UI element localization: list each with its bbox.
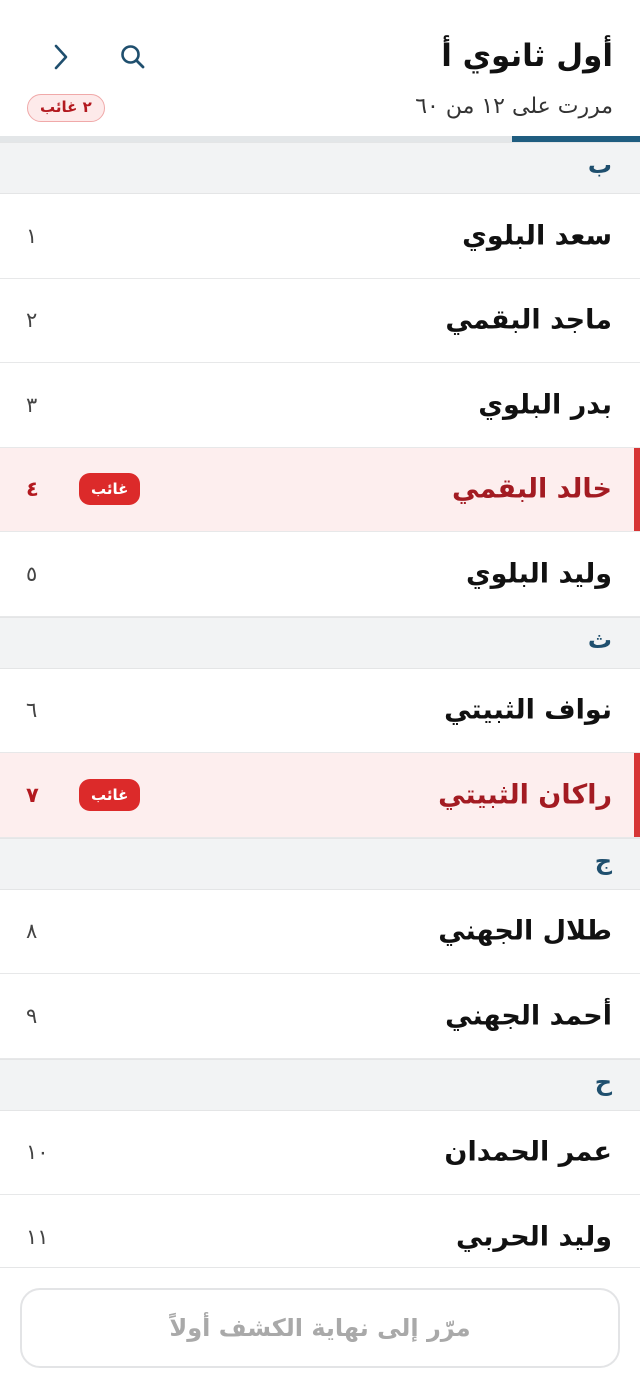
section-letter: ج xyxy=(594,846,612,875)
student-row[interactable]: عمر الحمدان ١٠ xyxy=(0,1110,640,1195)
student-number: ٧ xyxy=(26,782,39,807)
search-icon[interactable] xyxy=(116,40,150,74)
student-number: ٨ xyxy=(26,919,38,944)
section-header: ب xyxy=(0,142,640,194)
student-row[interactable]: وليد البلوي ٥ xyxy=(0,532,640,617)
student-number: ١٠ xyxy=(26,1140,49,1165)
student-name: ماجد البقمي xyxy=(445,304,612,336)
student-name: سعد البلوي xyxy=(462,220,612,252)
student-number: ٣ xyxy=(26,392,38,417)
student-row[interactable]: وليد الحربي ١١ xyxy=(0,1195,640,1267)
absent-count-badge: ٢ غائب xyxy=(27,94,105,122)
student-row[interactable]: ماجد البقمي ٢ xyxy=(0,278,640,363)
section-letter: ب xyxy=(587,151,612,179)
app-header: أول ثانوي أ مررت على ١٢ من ٦٠ ٢ غائب xyxy=(0,0,640,142)
scroll-to-end-button[interactable]: مرّر إلى نهاية الكشف أولاً xyxy=(20,1288,620,1368)
student-number: ٥ xyxy=(26,561,38,586)
student-name: وليد البلوي xyxy=(465,558,612,590)
student-number: ٢ xyxy=(26,308,38,333)
section-header: ج xyxy=(0,837,640,890)
student-number: ١ xyxy=(26,223,38,248)
student-name: خالد البقمي xyxy=(452,473,612,505)
absent-badge: غائب xyxy=(79,778,141,811)
absent-badge: غائب xyxy=(79,473,141,506)
student-name: أحمد الجهني xyxy=(445,1000,612,1032)
student-name: راكان الثبيتي xyxy=(438,779,612,811)
section-header: ث xyxy=(0,616,640,669)
chevron-right-icon[interactable] xyxy=(44,40,78,74)
student-number: ٦ xyxy=(26,698,38,723)
student-name: طلال الجهني xyxy=(438,915,612,947)
student-row[interactable]: خالد البقمي غائب ٤ xyxy=(0,447,640,532)
student-row[interactable]: نواف الثبيتي ٦ xyxy=(0,668,640,753)
student-row[interactable]: طلال الجهني ٨ xyxy=(0,889,640,974)
footer: مرّر إلى نهاية الكشف أولاً xyxy=(0,1267,640,1387)
student-row[interactable]: أحمد الجهني ٩ xyxy=(0,974,640,1059)
student-number: ٩ xyxy=(26,1003,38,1028)
student-name: عمر الحمدان xyxy=(444,1136,612,1168)
student-number: ٤ xyxy=(26,477,39,502)
section-letter: ح xyxy=(594,1067,612,1096)
section-header: ح xyxy=(0,1058,640,1111)
student-row[interactable]: راكان الثبيتي غائب ٧ xyxy=(0,753,640,838)
progress-text: مررت على ١٢ من ٦٠ xyxy=(415,94,613,119)
student-name: نواف الثبيتي xyxy=(444,694,612,726)
student-row[interactable]: سعد البلوي ١ xyxy=(0,194,640,279)
student-name: بدر البلوي xyxy=(478,389,612,421)
section-letter: ث xyxy=(587,625,612,654)
student-number: ١١ xyxy=(26,1224,49,1249)
student-list[interactable]: ب سعد البلوي ١ ماجد البقمي ٢ بدر البلوي ٣ خالد … xyxy=(0,142,640,1267)
student-row[interactable]: بدر البلوي ٣ xyxy=(0,363,640,448)
student-name: وليد الحربي xyxy=(455,1221,612,1253)
class-title: أول ثانوي أ xyxy=(441,38,613,74)
